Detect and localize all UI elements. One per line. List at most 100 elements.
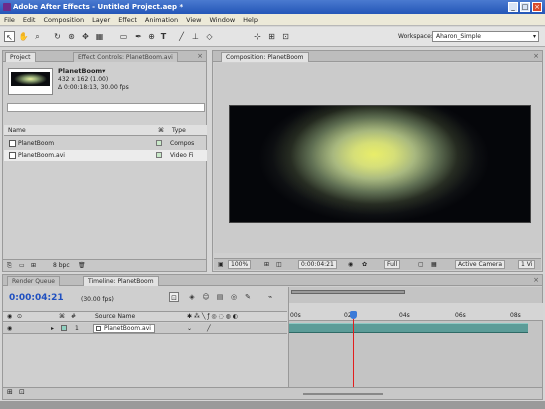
menu-help[interactable]: Help	[243, 16, 258, 24]
menu-bar: File Edit Composition Layer Effect Anima…	[0, 14, 545, 26]
axis-mode-icon[interactable]: ⊹	[252, 31, 263, 42]
close-button[interactable]: ×	[532, 2, 542, 12]
menu-edit[interactable]: Edit	[23, 16, 36, 24]
tab-composition[interactable]: Composition: PlanetBoom	[221, 52, 309, 62]
column-num[interactable]: #	[71, 312, 76, 322]
resolution-select[interactable]: Full	[384, 260, 401, 269]
column-name[interactable]: Name	[4, 125, 154, 136]
playhead[interactable]	[350, 311, 357, 319]
orbit-camera-icon[interactable]: ⊛	[66, 31, 77, 42]
menu-window[interactable]: Window	[210, 16, 236, 24]
close-icon[interactable]: ×	[533, 52, 539, 60]
maximize-button[interactable]: □	[520, 2, 530, 12]
close-icon[interactable]: ×	[533, 276, 539, 284]
layer-duration-bar[interactable]	[289, 323, 528, 333]
view-axis-icon[interactable]: ⊡	[280, 31, 291, 42]
transparency-grid-icon[interactable]: ▦	[429, 259, 439, 270]
thumbnail-image	[11, 72, 50, 86]
quality-switch-icon[interactable]: ╱	[207, 323, 211, 334]
zoom-tool-icon[interactable]: ⌕	[32, 31, 43, 42]
camera-select[interactable]: Active Camera	[455, 260, 506, 269]
always-preview-icon[interactable]: ▣	[216, 259, 226, 270]
menu-view[interactable]: View	[186, 16, 201, 24]
new-comp-icon[interactable]: ⊞	[31, 260, 36, 272]
frame-blending-icon[interactable]: ▤	[215, 292, 225, 302]
view-layout-select[interactable]: 1 Vi	[518, 260, 536, 269]
snapshot-icon[interactable]: ◉	[346, 259, 355, 270]
list-item[interactable]: PlanetBoom Compos	[4, 138, 207, 149]
zoom-select[interactable]: 100%	[228, 260, 252, 269]
interpret-footage-icon[interactable]: ⎘	[7, 260, 12, 272]
workspace-label: Workspace:	[398, 33, 433, 40]
current-time-field[interactable]: 0:00:04:21	[298, 260, 337, 269]
time-ruler[interactable]: 00s 02s 04s 06s 08s	[289, 303, 543, 321]
footage-icon	[96, 326, 101, 331]
graph-editor-icon[interactable]: ⌁	[265, 292, 275, 302]
current-time-display[interactable]: 0:00:04:21	[9, 293, 64, 303]
tools-panel: ↖ ✋ ⌕ ↻ ⊛ ✥ ▦ ▭ ✒ ⊕ T ╱ ⊥ ◇ ⊹ ⊞ ⊡ Worksp…	[0, 27, 545, 47]
motion-blur-icon[interactable]: ◎	[229, 292, 239, 302]
world-axis-icon[interactable]: ⊞	[266, 31, 277, 42]
eraser-tool-icon[interactable]: ◇	[204, 31, 215, 42]
tab-timeline[interactable]: Timeline: PlanetBoom	[83, 276, 159, 286]
bpc-label[interactable]: 8 bpc	[53, 260, 70, 272]
expand-arrow-icon[interactable]: ▸	[51, 323, 54, 334]
menu-layer[interactable]: Layer	[92, 16, 110, 24]
tab-effect-controls[interactable]: Effect Controls: PlanetBoom.avi	[73, 52, 178, 62]
trash-icon[interactable]: 🗑	[78, 260, 86, 272]
close-icon[interactable]: ×	[197, 52, 203, 60]
minimize-button[interactable]: _	[508, 2, 518, 12]
window-title: Adobe After Effects - Untitled Project.a…	[13, 3, 184, 11]
tab-project[interactable]: Project	[5, 52, 36, 62]
toggle-modes-icon[interactable]: ⊡	[19, 388, 25, 396]
track-z-camera-icon[interactable]: ▦	[94, 31, 105, 42]
brainstorm-icon[interactable]: ✎	[243, 292, 253, 302]
toggle-panes-icon[interactable]: ⊞	[7, 388, 13, 396]
menu-file[interactable]: File	[4, 16, 15, 24]
tab-render-queue[interactable]: Render Queue	[7, 276, 60, 286]
label-swatch[interactable]	[156, 152, 162, 158]
zoom-slider[interactable]	[303, 393, 383, 395]
text-tool-icon[interactable]: T	[158, 31, 169, 42]
comp-tabbar: Composition: PlanetBoom ×	[213, 51, 542, 62]
label-swatch[interactable]	[61, 325, 67, 331]
menu-animation[interactable]: Animation	[145, 16, 178, 24]
new-folder-icon[interactable]: ▭	[19, 260, 25, 272]
collapse-switch-icon[interactable]: ⌄	[187, 323, 192, 334]
comp-viewer[interactable]	[214, 63, 541, 253]
track-xy-camera-icon[interactable]: ✥	[80, 31, 91, 42]
selected-item-name[interactable]: PlanetBoom▾	[58, 67, 105, 75]
column-source-name[interactable]: Source Name	[95, 312, 135, 322]
shy-layers-icon[interactable]: ☺	[201, 292, 211, 302]
hand-tool-icon[interactable]: ✋	[18, 31, 29, 42]
mask-visibility-icon[interactable]: ◫	[274, 259, 284, 270]
brush-tool-icon[interactable]: ╱	[176, 31, 187, 42]
layer-name[interactable]: PlanetBoom.avi	[93, 324, 155, 333]
list-item[interactable]: PlanetBoom.avi Video Fi	[4, 150, 207, 161]
selection-tool-icon[interactable]: ↖	[4, 31, 15, 42]
label-column-icon[interactable]: ⌘	[154, 125, 168, 136]
safe-zones-icon[interactable]: ⊞	[262, 259, 271, 270]
title-bar: Adobe After Effects - Untitled Project.a…	[0, 0, 545, 14]
clone-stamp-icon[interactable]: ⊥	[190, 31, 201, 42]
rotation-tool-icon[interactable]: ↻	[52, 31, 63, 42]
work-area-bar[interactable]	[291, 290, 405, 294]
workspace-select[interactable]: Aharon_Simple ▾	[432, 31, 539, 42]
comp-mini-flowchart-icon[interactable]: ⊡	[169, 292, 179, 302]
table-row[interactable]: ◉ ▸ 1 PlanetBoom.avi ⌄ ╱	[3, 323, 287, 334]
column-type[interactable]: Type	[168, 125, 207, 136]
draft-3d-icon[interactable]: ◈	[187, 292, 197, 302]
layer-column-header: ◉ ⊙ ⌘ # Source Name ✱ ⁂ ╲ ƒ ◎ ◌ ◍ ◐	[3, 311, 287, 322]
pan-behind-icon[interactable]: ⊕	[146, 31, 157, 42]
pen-tool-icon[interactable]: ✒	[133, 31, 144, 42]
region-of-interest-icon[interactable]: ▢	[416, 259, 426, 270]
video-switch-icon[interactable]: ◉	[7, 323, 12, 334]
timeline-graph[interactable]: 00s 02s 04s 06s 08s	[288, 287, 543, 387]
menu-effect[interactable]: Effect	[118, 16, 137, 24]
project-search-input[interactable]	[7, 103, 205, 112]
show-channel-icon[interactable]: ✿	[360, 259, 369, 270]
rectangle-mask-icon[interactable]: ▭	[118, 31, 129, 42]
label-swatch[interactable]	[156, 140, 162, 146]
item-name: PlanetBoom	[18, 140, 55, 147]
menu-composition[interactable]: Composition	[43, 16, 84, 24]
